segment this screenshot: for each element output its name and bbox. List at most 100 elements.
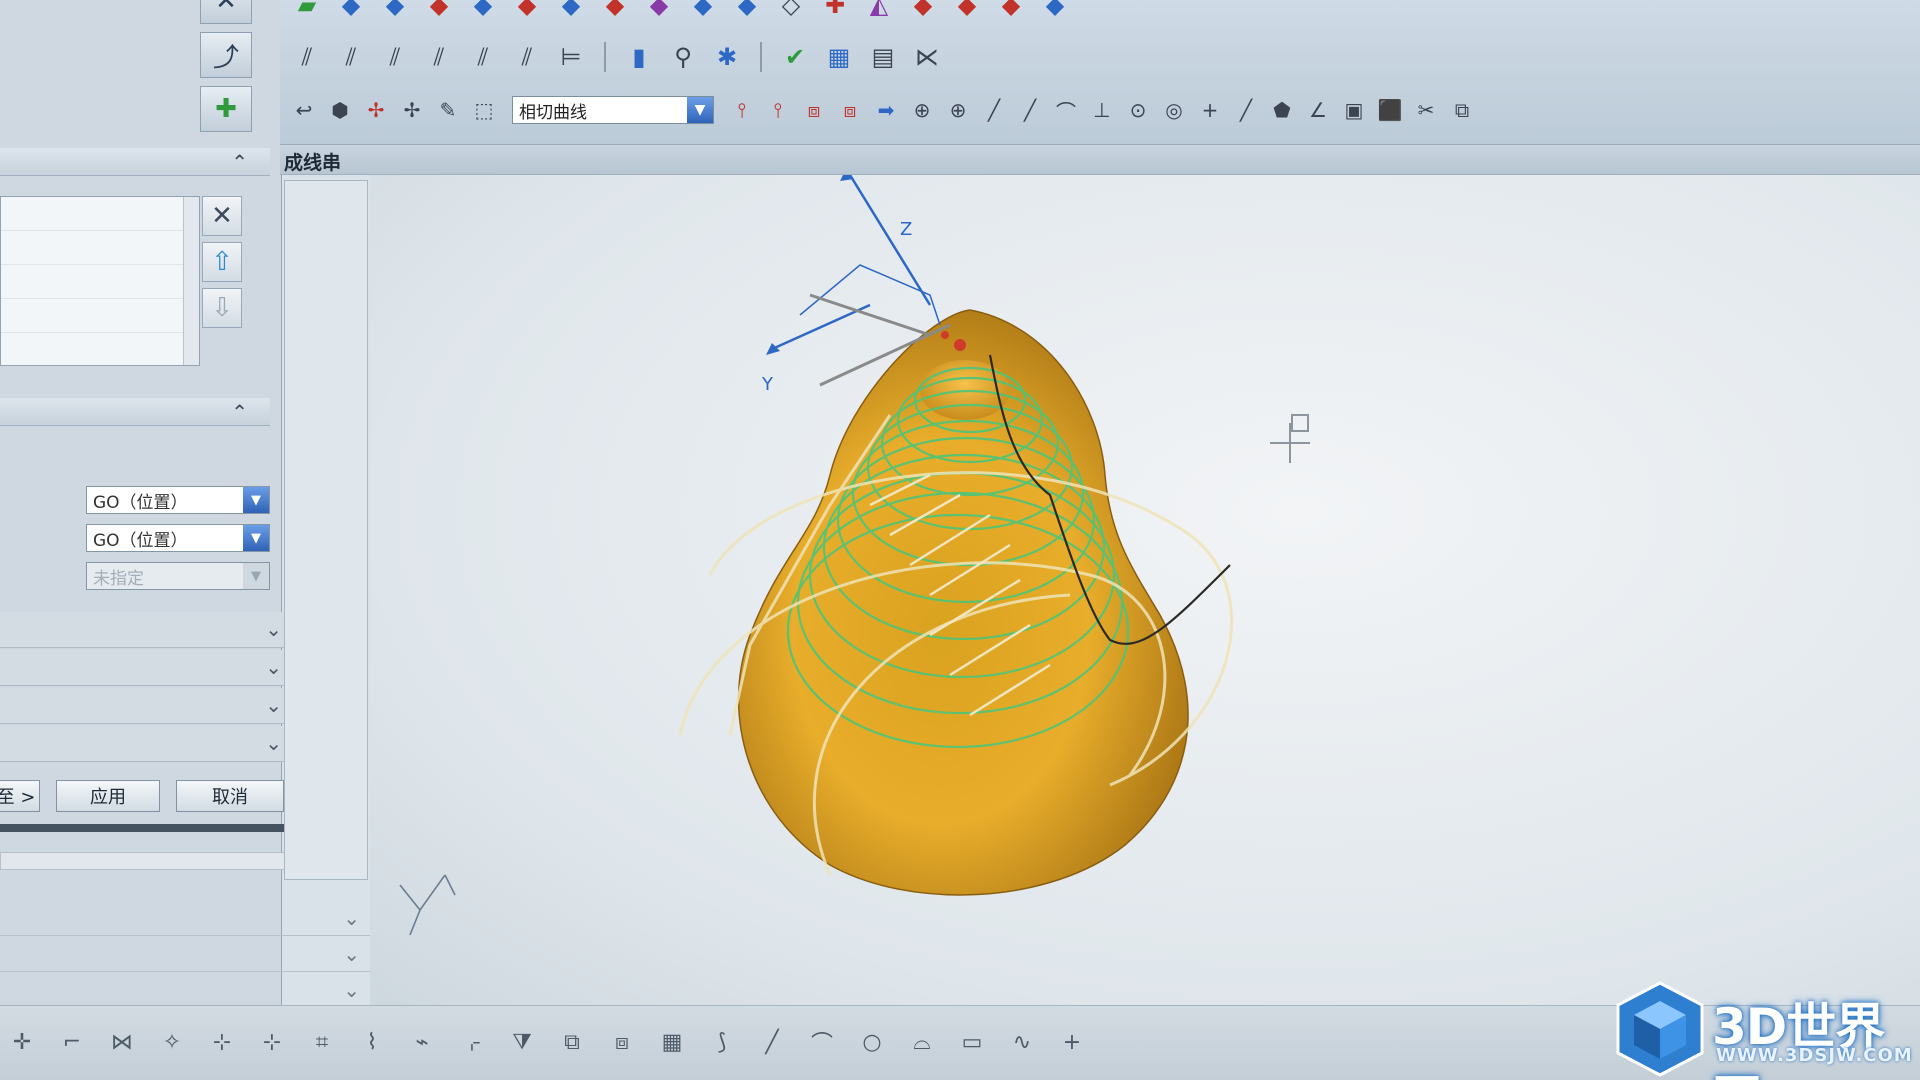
tool-icon[interactable]: ⚲ (666, 40, 700, 74)
snap-mid-icon[interactable]: ⫯ (764, 96, 792, 124)
curve-rule-select[interactable]: 相切曲线 ▼ (512, 96, 714, 124)
sketch-icon[interactable]: ◭ (862, 0, 896, 22)
verify-icon[interactable]: ✔ (778, 40, 812, 74)
shaded-view-icon[interactable]: ⬛ (1376, 96, 1404, 124)
clip-icon[interactable]: ✂ (1412, 96, 1440, 124)
section-header-motion[interactable]: ⌃ (0, 398, 270, 426)
gen-op5-icon[interactable]: ⫽ (466, 40, 500, 74)
list-scrollbar[interactable] (183, 197, 199, 365)
face-icon[interactable]: ⬟ (1268, 96, 1296, 124)
measure-icon[interactable]: ◆ (906, 0, 940, 22)
tangent-icon[interactable]: ◎ (1160, 96, 1188, 124)
horizontal-scrollbar[interactable] (0, 852, 330, 870)
add-point-icon[interactable]: ✢ (362, 96, 390, 124)
shop-doc-icon[interactable]: ▤ (866, 40, 900, 74)
list-item[interactable] (1, 197, 199, 231)
feature-icon[interactable]: ⋉ (910, 40, 944, 74)
collapsed-section-4[interactable]: ⌄ (0, 726, 290, 762)
pattern-icon[interactable]: ◆ (994, 0, 1028, 22)
solid-select-icon[interactable]: ⬢ (326, 96, 354, 124)
snap-control-icon[interactable]: ⧈ (800, 96, 828, 124)
undo-icon[interactable]: ↩ (290, 96, 318, 124)
mirror-curve-icon[interactable]: ⋈ (106, 1026, 138, 1058)
material-icon[interactable]: ▮ (622, 40, 656, 74)
boolean-icon[interactable]: ◆ (642, 0, 676, 22)
gen-op2-icon[interactable]: ⫽ (334, 40, 368, 74)
chevron-down-icon[interactable]: ⌄ (265, 617, 282, 641)
link-icon[interactable]: ⌁ (406, 1026, 438, 1058)
existing-point-icon[interactable]: + (1196, 96, 1224, 124)
revolve-icon[interactable]: ◆ (598, 0, 632, 22)
graphics-viewport[interactable]: Z Y (370, 175, 1920, 1015)
cone-icon[interactable]: ◆ (422, 0, 456, 22)
chamfer-icon[interactable]: ◆ (466, 0, 500, 22)
view-icon[interactable]: ▣ (1340, 96, 1368, 124)
point-on-surface-icon[interactable]: ╱ (1232, 96, 1260, 124)
tool-list-icon[interactable]: ⊨ (554, 40, 588, 74)
list-item[interactable] (1, 231, 199, 265)
fillet-icon[interactable]: ⌐ (56, 1026, 88, 1058)
move-icon[interactable]: ◆ (686, 0, 720, 22)
edit-icon[interactable]: ✎ (434, 96, 462, 124)
snap-end-icon[interactable]: ⫯ (728, 96, 756, 124)
list-item[interactable] (1, 299, 199, 333)
cylinder-icon[interactable]: ◆ (334, 0, 368, 22)
move-down-icon[interactable]: ⇩ (202, 288, 242, 328)
rect-select-icon[interactable]: ⬚ (470, 96, 498, 124)
add-geometry-icon[interactable]: ✚ (200, 86, 252, 132)
chevron-down-icon[interactable]: ▼ (243, 487, 269, 513)
point-on-curve-icon[interactable]: ╱ (1016, 96, 1044, 124)
line-icon[interactable]: ╱ (980, 96, 1008, 124)
chevron-up-icon[interactable]: ⌃ (231, 400, 248, 424)
extend-icon[interactable]: ⊹ (256, 1026, 288, 1058)
intersect-curve-icon[interactable]: ⧉ (556, 1026, 588, 1058)
gen-op4-icon[interactable]: ⫽ (422, 40, 456, 74)
layer-icon[interactable]: ⧉ (1448, 96, 1476, 124)
axis-icon[interactable]: ◆ (730, 0, 764, 22)
circle-tool-icon[interactable]: ○ (856, 1026, 888, 1058)
perpendicular-icon[interactable]: ⊥ (1088, 96, 1116, 124)
chevron-down-icon[interactable]: ⌄ (265, 693, 282, 717)
close-icon[interactable]: ✕ (200, 0, 252, 24)
chevron-down-icon[interactable]: ⌄ (343, 942, 360, 966)
cancel-button[interactable]: 取消 (176, 780, 284, 812)
chevron-down-icon[interactable]: ▼ (243, 525, 269, 551)
mirror-icon[interactable]: ◆ (950, 0, 984, 22)
bridge-icon[interactable]: ⌌ (456, 1026, 488, 1058)
collapsed-section-2[interactable]: ⌄ (0, 650, 290, 686)
back-button[interactable]: 至 > (0, 780, 40, 812)
chevron-down-icon[interactable]: ⌄ (343, 978, 360, 1002)
chevron-down-icon[interactable]: ▼ (687, 97, 713, 123)
nav-row-3[interactable]: ⌄ (0, 972, 370, 1008)
corner-icon[interactable]: ⌗ (306, 1026, 338, 1058)
arc-icon[interactable]: ⌒ (1052, 96, 1080, 124)
angle-icon[interactable]: ∠ (1304, 96, 1332, 124)
point-tool-icon[interactable]: + (1056, 1026, 1088, 1058)
curve-list[interactable] (0, 196, 200, 366)
block-icon[interactable]: ▰ (290, 0, 324, 22)
snap-center-icon[interactable]: ⊕ (908, 96, 936, 124)
shade-icon[interactable]: ▦ (656, 1026, 688, 1058)
studio-spline-icon[interactable]: ∿ (1006, 1026, 1038, 1058)
add-point2-icon[interactable]: ✢ (398, 96, 426, 124)
rectangle-tool-icon[interactable]: ▭ (956, 1026, 988, 1058)
gen-op6-icon[interactable]: ⫽ (510, 40, 544, 74)
trim-icon[interactable]: ✧ (156, 1026, 188, 1058)
snap-quadrant-icon[interactable]: ⊕ (944, 96, 972, 124)
section-header-drive[interactable]: ⌃ (0, 148, 270, 176)
chevron-down-icon[interactable]: ⌄ (265, 731, 282, 755)
datum-icon[interactable]: ◇ (774, 0, 808, 22)
line-tool-icon[interactable]: ╱ (756, 1026, 788, 1058)
chevron-up-icon[interactable]: ⌃ (231, 150, 248, 174)
spline-icon[interactable]: ⌇ (356, 1026, 388, 1058)
analysis-icon[interactable]: ⧈ (606, 1026, 638, 1058)
nav-row-2[interactable]: ⌄ (0, 936, 370, 972)
circle-center-icon[interactable]: ⊙ (1124, 96, 1152, 124)
sphere-icon[interactable]: ◆ (378, 0, 412, 22)
fillet-tool-icon[interactable]: ⌓ (906, 1026, 938, 1058)
chevron-down-icon[interactable]: ⌄ (265, 655, 282, 679)
offset-icon[interactable]: ⊹ (206, 1026, 238, 1058)
gen-op3-icon[interactable]: ⫽ (378, 40, 412, 74)
project-curve-icon[interactable]: ⧩ (506, 1026, 538, 1058)
chevron-down-icon[interactable]: ⌄ (343, 906, 360, 930)
